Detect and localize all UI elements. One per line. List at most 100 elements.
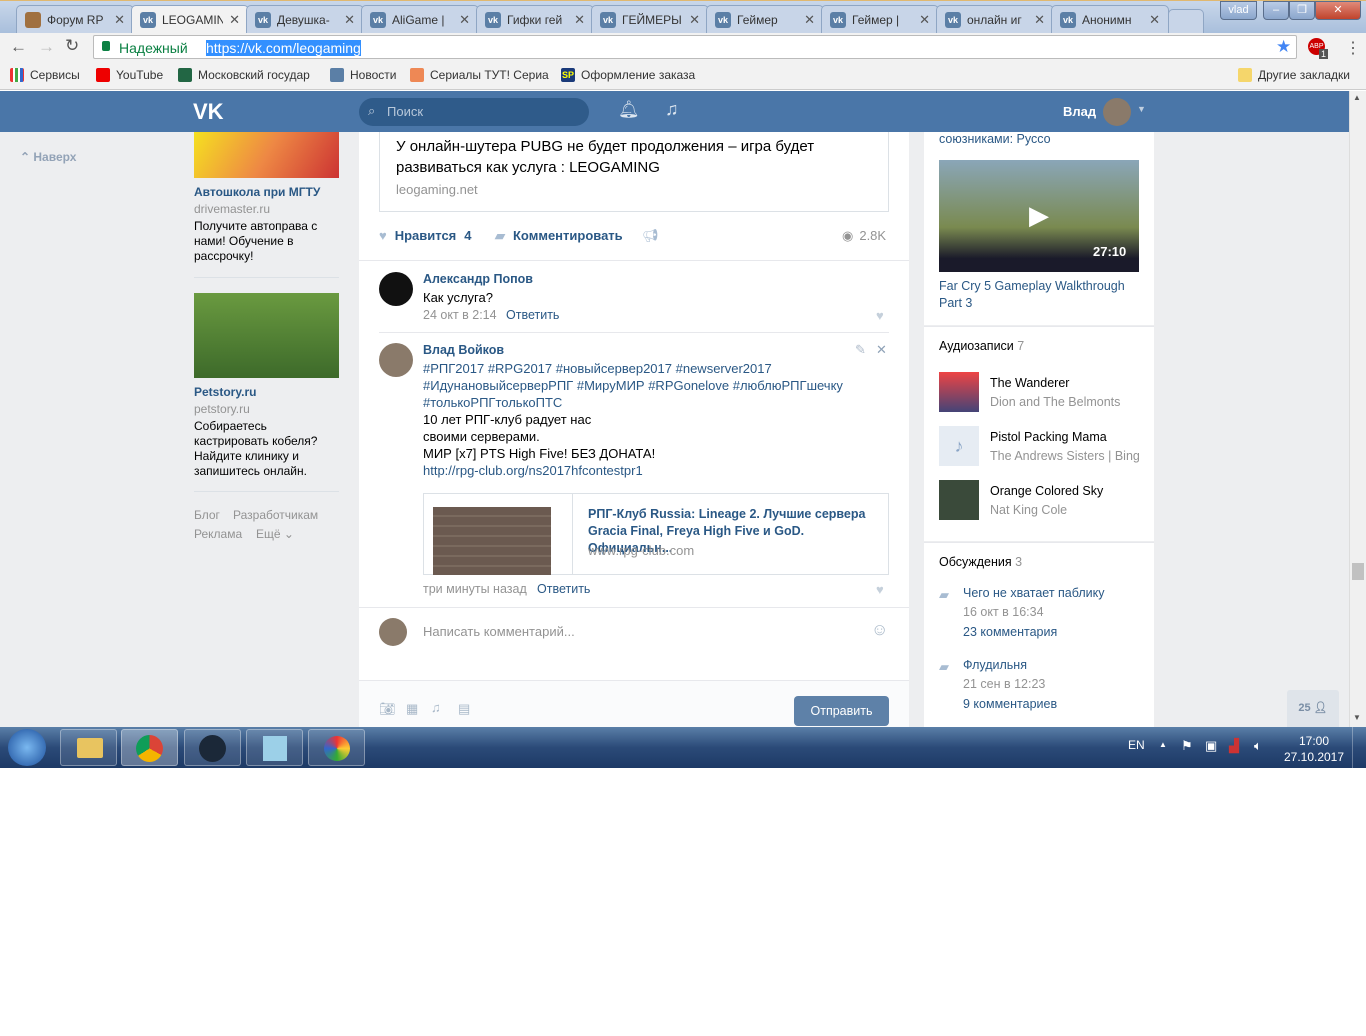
bookmark-apps[interactable]: Сервисы <box>10 68 80 82</box>
tab-active[interactable]: vk LEOGAMING ✕ <box>131 5 249 34</box>
bookmark-msu[interactable]: Московский государ <box>178 68 310 82</box>
like-heart-icon[interactable]: ♥ <box>876 582 884 597</box>
tab[interactable]: vk AliGame | ✕ <box>361 5 479 34</box>
document-icon[interactable]: ▤ <box>458 701 470 717</box>
discussion-comments[interactable]: 23 комментария <box>963 625 1057 639</box>
tab[interactable]: Форум RP ✕ <box>16 5 134 34</box>
comment-button[interactable]: ▰ Комментировать <box>495 228 623 244</box>
tab[interactable]: vk Анонимн ✕ <box>1051 5 1169 34</box>
network-icon[interactable]: ▟ <box>1229 738 1239 754</box>
audio-artist[interactable]: The Andrews Sisters | Bing <box>990 449 1140 463</box>
audio-header[interactable]: Аудиозаписи 7 <box>939 339 1024 353</box>
close-tab-icon[interactable]: ✕ <box>689 12 700 28</box>
tab[interactable]: vk ГЕЙМЕРЫ ✕ <box>591 5 709 34</box>
audio-title[interactable]: Orange Colored Sky <box>990 484 1103 498</box>
music-note-icon[interactable]: ♪ <box>939 426 979 466</box>
emoji-icon[interactable]: ☺ <box>871 620 888 640</box>
bookmark-star-icon[interactable]: ★ <box>1276 37 1291 57</box>
video-thumbnail[interactable]: ▶ 27:10 <box>939 160 1139 272</box>
edit-icon[interactable]: ✎ <box>855 342 866 358</box>
comment-input[interactable]: Написать комментарий... <box>423 624 575 639</box>
bookmark-youtube[interactable]: YouTube <box>96 68 163 82</box>
close-tab-icon[interactable]: ✕ <box>919 12 930 28</box>
audio-cover[interactable] <box>939 480 979 520</box>
tab[interactable]: vk Геймер | ✕ <box>821 5 939 34</box>
bookmark-serials[interactable]: Сериалы ТУТ! Сериа <box>410 68 549 82</box>
send-button[interactable]: Отправить <box>794 696 889 726</box>
audio-artist[interactable]: Dion and The Belmonts <box>990 395 1120 409</box>
footer-more-link[interactable]: Ещё ⌄ <box>256 527 294 541</box>
discussion-title[interactable]: Чего не хватает паблику <box>963 586 1104 600</box>
comment-time[interactable]: три минуты назад <box>423 582 527 596</box>
ad-image[interactable] <box>194 132 339 178</box>
link-attachment[interactable]: РПГ-Клуб Russia: Lineage 2. Лучшие серве… <box>423 493 889 575</box>
scroll-down-icon[interactable]: ▼ <box>1353 713 1361 722</box>
link-attachment[interactable]: У онлайн-шутера PUBG не будет продолжени… <box>379 132 889 212</box>
reply-button[interactable]: Ответить <box>506 308 559 322</box>
explorer-taskbar-button[interactable] <box>60 729 117 766</box>
search-input[interactable]: ⌕ Поиск <box>359 98 589 126</box>
footer-link[interactable]: Реклама <box>194 527 242 541</box>
like-heart-icon[interactable]: ♥ <box>876 308 884 323</box>
ad-title[interactable]: Автошкола при МГТУ <box>194 185 339 199</box>
ad-block[interactable]: Petstory.ru petstory.ru Собираетесь каст… <box>194 385 339 479</box>
ad-image-dog[interactable] <box>194 293 339 378</box>
other-bookmarks[interactable]: Другие закладки <box>1238 68 1350 82</box>
link-title[interactable]: У онлайн-шутера PUBG не будет продолжени… <box>396 136 866 178</box>
profile-badge[interactable]: vlad <box>1220 1 1257 20</box>
video-icon[interactable]: ▦ <box>406 701 418 717</box>
action-center-icon[interactable]: ⚑ <box>1181 738 1193 754</box>
volume-icon[interactable]: 🔈︎ <box>1254 738 1262 754</box>
audio-cover[interactable] <box>939 372 979 412</box>
video-title[interactable]: Far Cry 5 Gameplay Walkthrough Part 3 <box>939 278 1139 312</box>
power-icon[interactable]: ▣ <box>1205 738 1217 754</box>
commenter-avatar[interactable] <box>379 343 413 377</box>
online-friends-button[interactable]: 25 👤︎ <box>1287 690 1339 727</box>
maximize-button[interactable]: ❐ <box>1289 1 1315 20</box>
chevron-down-icon[interactable]: ▼ <box>1137 104 1146 114</box>
comment-author[interactable]: Александр Попов <box>423 272 533 286</box>
comment-hashtags[interactable]: #РПГ2017 #RPG2017 #новыйсервер2017 #news… <box>423 360 873 411</box>
discussions-header[interactable]: Обсуждения 3 <box>939 555 1022 569</box>
new-tab-button[interactable] <box>1168 9 1204 34</box>
menu-icon[interactable]: ⋮ <box>1345 38 1361 58</box>
footer-link[interactable]: Разработчикам <box>233 508 318 522</box>
show-hidden-icons[interactable]: ▲ <box>1159 740 1167 749</box>
close-tab-icon[interactable]: ✕ <box>229 12 240 28</box>
tab[interactable]: vk Геймер ✕ <box>706 5 824 34</box>
play-icon[interactable]: ▶ <box>1029 200 1049 231</box>
close-tab-icon[interactable]: ✕ <box>344 12 355 28</box>
tab[interactable]: vk Гифки гей ✕ <box>476 5 594 34</box>
show-desktop-button[interactable] <box>1352 727 1366 768</box>
audio-icon[interactable]: ♫ <box>431 700 441 715</box>
tab[interactable]: vk онлайн иг ✕ <box>936 5 1054 34</box>
delete-icon[interactable]: ✕ <box>876 342 887 358</box>
page-scrollbar[interactable]: ▲ ▼ <box>1349 91 1366 727</box>
footer-link[interactable]: Блог <box>194 508 220 522</box>
comment-link[interactable]: http://rpg-club.org/ns2017hfcontestpr1 <box>423 462 655 479</box>
bookmark-order[interactable]: SP Оформление заказа <box>561 68 695 82</box>
language-indicator[interactable]: EN <box>1128 738 1145 752</box>
url-text[interactable]: https://vk.com/leogaming <box>206 40 361 56</box>
back-icon[interactable]: ← <box>10 37 27 57</box>
bell-icon[interactable]: 🔔︎ <box>618 100 640 120</box>
vk-logo-icon[interactable]: VK <box>193 99 224 125</box>
audio-title[interactable]: The Wanderer <box>990 376 1069 390</box>
tab[interactable]: vk Девушка- ✕ <box>246 5 364 34</box>
scroll-up-icon[interactable]: ▲ <box>1353 93 1361 102</box>
chrome-taskbar-button[interactable] <box>121 729 178 766</box>
close-tab-icon[interactable]: ✕ <box>459 12 470 28</box>
commenter-avatar[interactable] <box>379 272 413 306</box>
close-window-button[interactable]: ✕ <box>1315 1 1361 20</box>
minimize-button[interactable]: – <box>1263 1 1289 20</box>
notepad-taskbar-button[interactable] <box>246 729 303 766</box>
ad-block[interactable]: Автошкола при МГТУ drivemaster.ru Получи… <box>194 185 339 264</box>
photo-icon[interactable]: 📷︎ <box>379 701 396 717</box>
start-button[interactable] <box>8 729 46 766</box>
forward-icon[interactable]: → <box>38 37 55 57</box>
user-avatar[interactable] <box>1103 98 1131 126</box>
reload-icon[interactable]: ↻ <box>65 36 79 56</box>
music-icon[interactable]: ♫ <box>665 99 679 120</box>
clock[interactable]: 17:00 27.10.2017 <box>1282 733 1346 765</box>
back-to-top-button[interactable]: ⌃ Наверх <box>20 150 76 164</box>
